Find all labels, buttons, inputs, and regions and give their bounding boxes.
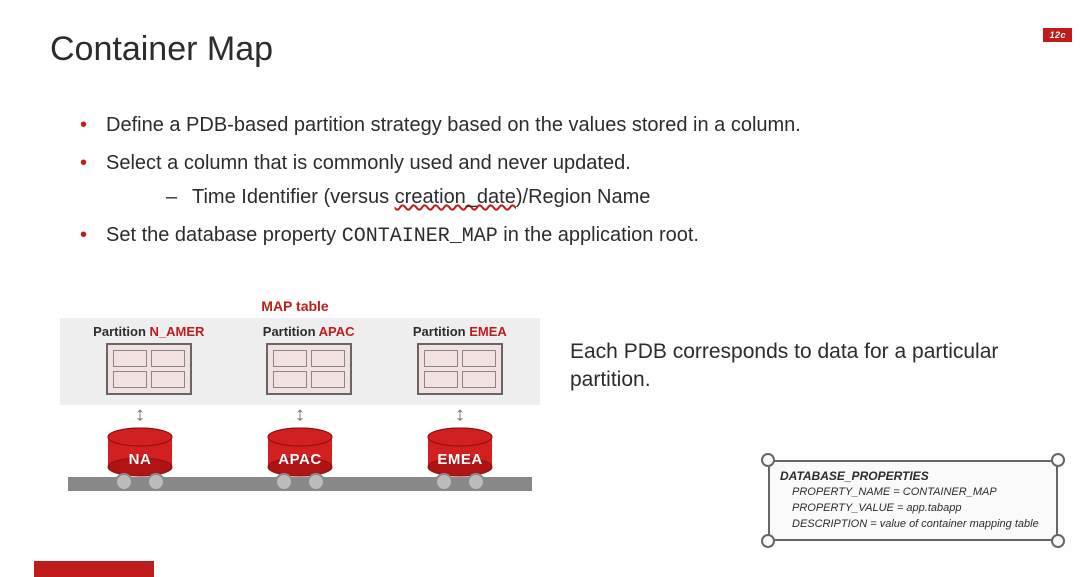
sub-wavy: creation_date xyxy=(395,186,516,208)
partition-1: Partition N_AMER xyxy=(93,324,204,395)
sub-prefix: Time Identifier (versus xyxy=(192,186,395,208)
bullet-2-sublist: Time Identifier (versus creation_date)/R… xyxy=(166,181,1030,213)
partition-3-box xyxy=(417,343,503,395)
props-heading: DATABASE_PROPERTIES xyxy=(780,468,1046,485)
bullet-2-text: Select a column that is commonly used an… xyxy=(106,152,631,174)
partition-2: Partition APAC xyxy=(263,324,355,395)
partition-1-box xyxy=(106,343,192,395)
plabel-prefix: Partition xyxy=(263,324,319,339)
bullet-1-text: Define a PDB-based partition strategy ba… xyxy=(106,114,801,136)
arrow-row xyxy=(60,403,540,425)
partition-2-box xyxy=(266,343,352,395)
map-band: Partition N_AMER Partition APAC Partitio… xyxy=(60,318,540,405)
double-arrow-icon xyxy=(455,404,466,424)
page-title: Container Map xyxy=(50,30,1030,69)
props-row: PROPERTY_NAME = CONTAINER_MAP xyxy=(780,485,1046,501)
sub-suffix: )/Region Name xyxy=(516,186,651,208)
bullet-2: Select a column that is commonly used an… xyxy=(80,147,1030,213)
footer-accent-bar xyxy=(34,561,154,577)
props-row: PROPERTY_VALUE = app.tabapp xyxy=(780,501,1046,517)
map-table-title: MAP table xyxy=(50,298,540,314)
db-3: EMEA xyxy=(422,427,498,491)
db-2-name: APAC xyxy=(262,451,338,468)
partition-3: Partition EMEA xyxy=(413,324,507,395)
scroll-corner-icon xyxy=(761,534,775,548)
bullet-1: Define a PDB-based partition strategy ba… xyxy=(80,109,1030,141)
scroll-corner-icon xyxy=(1051,534,1065,548)
partition-1-label: Partition N_AMER xyxy=(93,324,204,339)
db-1: NA xyxy=(102,427,178,491)
wheel-icon xyxy=(275,473,293,491)
wheel-icon xyxy=(115,473,133,491)
props-row: DESCRIPTION = value of container mapping… xyxy=(780,517,1046,533)
bullet-3-pre: Set the database property xyxy=(106,224,342,246)
bullet-2-sub: Time Identifier (versus creation_date)/R… xyxy=(166,181,1030,213)
diagram-caption: Each PDB corresponds to data for a parti… xyxy=(570,338,1000,395)
db-2: APAC xyxy=(262,427,338,491)
partition-2-label: Partition APAC xyxy=(263,324,355,339)
plabel-prefix: Partition xyxy=(413,324,469,339)
scroll-corner-icon xyxy=(1051,453,1065,467)
db-row: NA APAC xyxy=(60,427,540,512)
bullet-3: Set the database property CONTAINER_MAP … xyxy=(80,219,1030,253)
double-arrow-icon xyxy=(135,404,146,424)
partition-3-label: Partition EMEA xyxy=(413,324,507,339)
wheel-icon xyxy=(435,473,453,491)
wheel-icon xyxy=(307,473,325,491)
scroll-corner-icon xyxy=(761,453,775,467)
version-badge: 12c xyxy=(1043,28,1072,42)
bullet-3-post: in the application root. xyxy=(498,224,699,246)
db-3-name: EMEA xyxy=(422,451,498,468)
double-arrow-icon xyxy=(295,404,306,424)
partition-2-name: APAC xyxy=(319,324,355,339)
wheel-icon xyxy=(467,473,485,491)
db-1-name: NA xyxy=(102,451,178,468)
partition-1-name: N_AMER xyxy=(150,324,205,339)
diagram: MAP table Partition N_AMER Partition APA… xyxy=(60,298,540,512)
wheel-icon xyxy=(147,473,165,491)
partition-3-name: EMEA xyxy=(469,324,507,339)
database-properties-box: DATABASE_PROPERTIES PROPERTY_NAME = CONT… xyxy=(768,460,1058,541)
slide: 12c Container Map Define a PDB-based par… xyxy=(0,0,1080,577)
bullet-3-code: CONTAINER_MAP xyxy=(342,225,498,248)
plabel-prefix: Partition xyxy=(93,324,149,339)
bullet-list: Define a PDB-based partition strategy ba… xyxy=(80,109,1030,253)
